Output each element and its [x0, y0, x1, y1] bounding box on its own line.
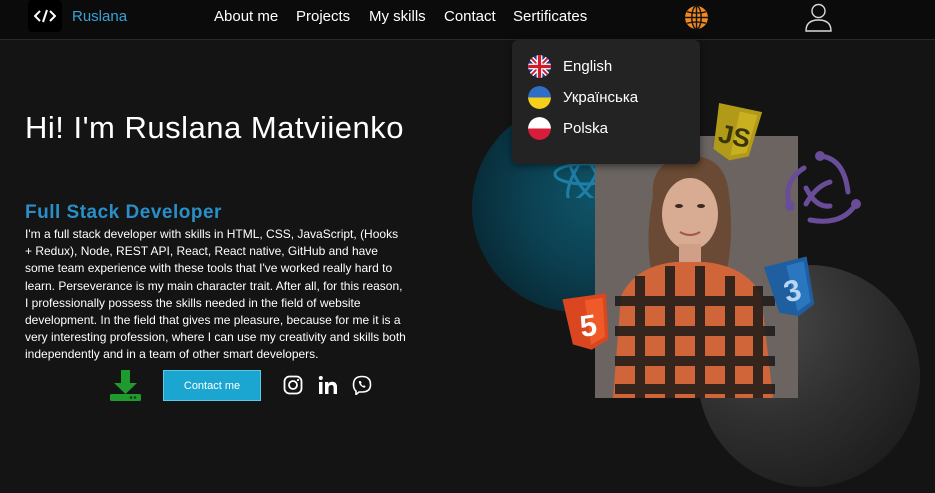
linkedin-icon[interactable]: [318, 375, 338, 395]
hero-role: Full Stack Developer: [25, 202, 222, 223]
nav-my-skills[interactable]: My skills: [369, 8, 426, 25]
language-option-polish[interactable]: Polska: [528, 115, 693, 141]
html5-icon: 5: [562, 293, 609, 350]
language-option-ukrainian[interactable]: Українська: [528, 84, 693, 110]
uk-flag-icon: [528, 54, 551, 78]
viber-icon[interactable]: [352, 375, 372, 395]
language-dropdown: English Українська Polska: [512, 40, 700, 164]
nav-projects[interactable]: Projects: [296, 8, 350, 25]
nav-contact[interactable]: Contact: [444, 8, 496, 25]
javascript-icon: JS: [713, 103, 763, 161]
language-label: Polska: [563, 119, 609, 137]
instagram-icon[interactable]: [283, 375, 303, 395]
redux-icon: [785, 151, 861, 224]
header: Ruslana About me Projects My skills Cont…: [0, 0, 935, 40]
poland-flag-icon: [528, 116, 551, 140]
site-name[interactable]: Ruslana: [72, 8, 127, 25]
user-icon[interactable]: [805, 3, 832, 32]
logo[interactable]: [28, 0, 62, 32]
hero-title: Hi! I'm Ruslana Matviienko: [25, 110, 404, 145]
globe-icon[interactable]: [684, 5, 709, 30]
language-label: English: [563, 57, 613, 75]
nav-about-me[interactable]: About me: [214, 8, 278, 25]
nav-sertificates[interactable]: Sertificates: [513, 8, 587, 25]
contact-me-button[interactable]: Contact me: [163, 370, 261, 401]
language-option-english[interactable]: English: [528, 53, 693, 79]
language-label: Українська: [563, 88, 639, 106]
code-brackets-icon: [34, 9, 56, 23]
css3-icon: 3: [763, 256, 815, 317]
download-icon[interactable]: [109, 369, 142, 402]
ukraine-flag-icon: [528, 85, 551, 109]
hero-description: I'm a full stack developer with skills i…: [25, 227, 406, 362]
